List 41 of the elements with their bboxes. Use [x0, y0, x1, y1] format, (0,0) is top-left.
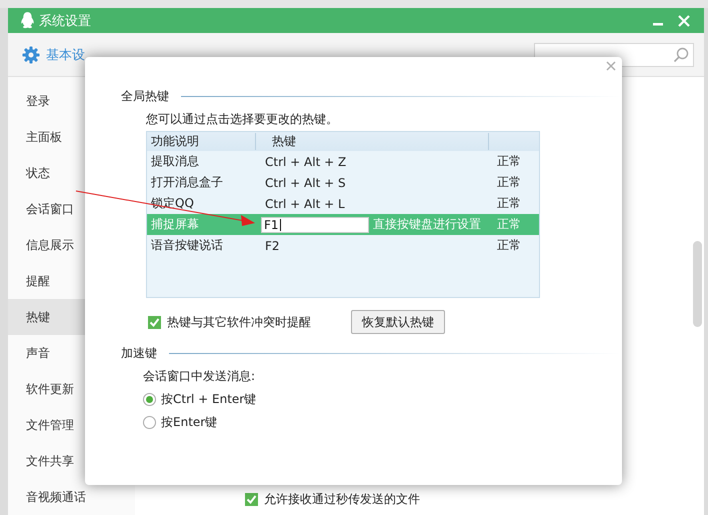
section-title: 加速键 [121, 344, 157, 362]
table-cell-text: Ctrl + Alt + S [264, 176, 347, 190]
table-cell-text: 提取消息 [150, 153, 200, 170]
table-cell-text: 正常 [497, 174, 522, 191]
radio-button[interactable] [143, 416, 156, 429]
table-cell-text: 正常 [497, 153, 522, 170]
checkbox-label: 热键与其它软件冲突时提醒 [167, 314, 311, 330]
radio-button[interactable] [143, 393, 156, 406]
window-title: 系统设置 [39, 12, 91, 30]
table-row[interactable]: 语音按键说话 F2 正常 [147, 235, 539, 256]
checkbox-label: 允许接收通过秒传发送的文件 [264, 490, 420, 508]
table-cell-text: F2 [264, 238, 281, 252]
gear-icon [22, 46, 40, 64]
table-cell-text: Ctrl + Alt + Z [264, 154, 348, 168]
hotkey-input[interactable]: F1 [261, 216, 369, 232]
table-cell-text: 正常 [497, 195, 522, 212]
option-label: 会话窗口中发送消息: [143, 368, 256, 385]
checkbox[interactable] [245, 492, 258, 506]
table-row[interactable]: 打开消息盒子 Ctrl + Alt + S 正常 [147, 172, 539, 193]
radio-label: 按Ctrl + Enter键 [161, 391, 256, 408]
close-icon[interactable] [606, 61, 616, 71]
table-cell-text: 正常 [497, 237, 522, 254]
checkbox[interactable] [148, 316, 161, 328]
table-cell-text: 正常 [497, 216, 522, 233]
sidebar-item[interactable]: 音视频通话 [8, 479, 135, 515]
table-cell-text: 语音按键说话 [150, 237, 224, 254]
hint-text: 直接按键盘进行设置 [372, 216, 482, 233]
restore-defaults-button[interactable]: 恢复默认热键 [351, 310, 445, 334]
scrollbar[interactable] [693, 241, 702, 327]
column-header: 热键 [256, 133, 489, 150]
search-icon [673, 46, 689, 63]
section-title: 全局热键 [121, 88, 169, 104]
radio-label: 按Enter键 [161, 414, 218, 431]
table-cell-text: 打开消息盒子 [150, 174, 224, 191]
penguin-icon [20, 12, 35, 30]
description-text: 您可以通过点击选择要更改的热键。 [146, 111, 339, 128]
table-row[interactable]: 提取消息 Ctrl + Alt + Z 正常 [147, 151, 539, 172]
column-header: 功能说明 [147, 133, 256, 150]
table-cell-text: 捕捉屏幕 [150, 216, 200, 233]
table-cell-text: Ctrl + Alt + L [264, 196, 346, 210]
selected-row[interactable]: 捕捉屏幕 F1 直接按键盘进行设置 正常 [147, 214, 539, 235]
